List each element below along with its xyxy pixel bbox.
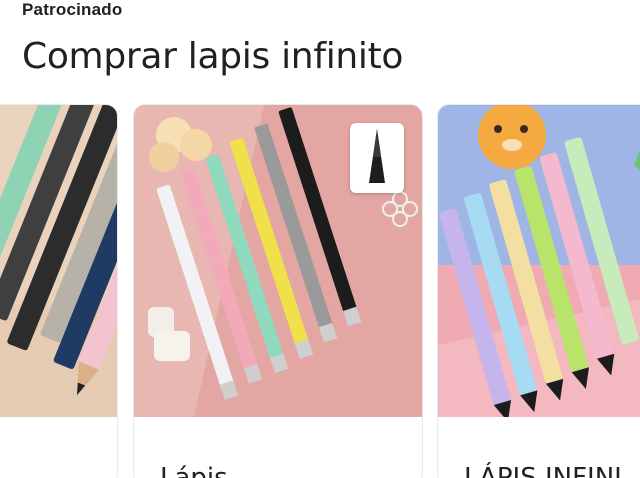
product-image-2[interactable] [134, 105, 422, 417]
product-title-2[interactable]: Lápis... [160, 463, 253, 478]
product-card-3[interactable]: LÁPIS INFINI... [437, 104, 640, 478]
product-image-1[interactable] [0, 105, 117, 417]
page-title: Comprar lapis infinito [22, 36, 404, 77]
pencil-tip-icon [350, 123, 404, 193]
product-title-3[interactable]: LÁPIS INFINI... [464, 463, 640, 478]
product-card-1[interactable] [0, 104, 118, 478]
product-carousel[interactable]: Lápis... LÁPIS INFINI... [0, 104, 640, 478]
product-image-3[interactable] [438, 105, 640, 417]
sponsored-label: Patrocinado [22, 0, 123, 19]
product-card-2[interactable]: Lápis... [133, 104, 423, 478]
